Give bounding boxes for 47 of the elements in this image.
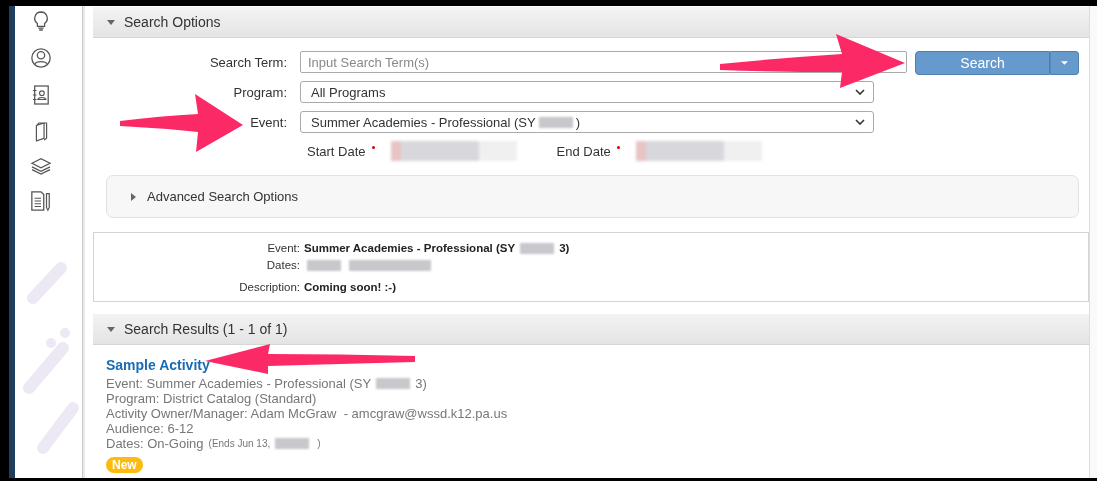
lightbulb-icon[interactable] bbox=[32, 10, 50, 32]
blurred-text bbox=[275, 438, 310, 449]
text-part: 3) bbox=[559, 242, 570, 254]
field-label: Search Term: bbox=[208, 54, 287, 70]
blurred-date-field[interactable] bbox=[390, 141, 517, 161]
text-part: Summer Academies - Professional (SY bbox=[304, 242, 516, 254]
advanced-options-panel[interactable]: Advanced Search Options bbox=[106, 175, 1079, 218]
text-part: Activity Owner/Manager: Adam McGraw - amcgraw@wssd.k12.pa.us bbox=[106, 406, 508, 421]
blurred-date-field[interactable] bbox=[635, 141, 762, 161]
panel-title: Advanced Search Options bbox=[147, 189, 299, 204]
info-label: Event: bbox=[266, 242, 300, 254]
text-part: All Programs bbox=[311, 84, 386, 100]
section-header[interactable]: Search Results (1 - 1 of 1) bbox=[93, 314, 1089, 345]
layers-icon[interactable] bbox=[30, 157, 52, 175]
blurred-text bbox=[520, 242, 555, 254]
text-part: ) bbox=[317, 437, 321, 451]
field-label: Program: bbox=[232, 84, 287, 100]
text-part: Coming soon! :-) bbox=[304, 281, 396, 293]
activity-link[interactable]: Sample Activity bbox=[106, 357, 210, 373]
document-pencil-icon[interactable] bbox=[30, 190, 52, 212]
dropdown-field[interactable]: Summer Academies - Professional (SY ) bbox=[300, 111, 874, 133]
text-part: Audience: 6-12 bbox=[106, 421, 194, 436]
chevron-down-icon bbox=[855, 89, 865, 95]
blurred-text bbox=[307, 259, 341, 271]
field-label: Event: bbox=[249, 114, 287, 130]
date-label: Start Date bbox=[307, 143, 366, 159]
blurred-text bbox=[376, 378, 411, 389]
dropdown-toggle-button[interactable] bbox=[1050, 51, 1079, 75]
info-label: Description: bbox=[238, 281, 300, 293]
text-part: Dates: On-Going bbox=[106, 436, 204, 451]
text-part: (Ends Jun 13, bbox=[208, 437, 271, 451]
new-badge: New bbox=[106, 457, 143, 473]
text-part: Event: Summer Academies - Professional (SY bbox=[106, 376, 372, 391]
text-part: 3) bbox=[415, 376, 427, 391]
chevron-down-icon bbox=[855, 119, 865, 125]
caret-down-icon bbox=[1061, 61, 1068, 65]
date-label: End Date bbox=[556, 143, 611, 159]
contact-book-icon[interactable] bbox=[32, 84, 50, 106]
text-part: Program: District Catalog (Standard) bbox=[106, 391, 317, 406]
section-header[interactable]: Search Options bbox=[93, 7, 1089, 38]
blurred-text bbox=[538, 116, 573, 128]
info-label: Dates: bbox=[265, 259, 300, 271]
text-part: ) bbox=[575, 114, 581, 130]
text-part: Summer Academies - Professional (SY bbox=[311, 114, 536, 130]
scrollbar[interactable] bbox=[1089, 6, 1097, 478]
user-circle-icon[interactable] bbox=[30, 47, 52, 69]
dropdown-field[interactable]: All Programs bbox=[300, 81, 874, 103]
